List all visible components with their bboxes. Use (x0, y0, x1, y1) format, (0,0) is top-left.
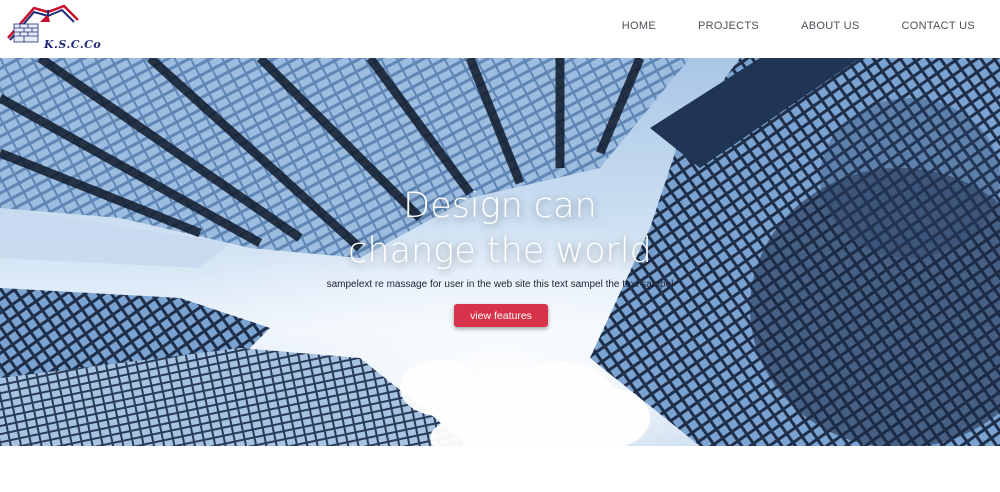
nav-projects[interactable]: PROJECTS (698, 20, 759, 32)
hero-heading-line-1: Design can (403, 186, 597, 226)
main-nav: HOME PROJECTS ABOUT US CONTACT US (580, 20, 975, 32)
logo-text: K.S.C.Co (44, 38, 102, 51)
page-below-hero (0, 446, 1000, 492)
nav-about-us[interactable]: ABOUT US (801, 20, 859, 32)
hero-heading: Design can change the world (0, 184, 1000, 274)
nav-contact-us[interactable]: CONTACT US (902, 20, 976, 32)
company-logo[interactable]: K.S.C.Co (4, 2, 101, 54)
hero-heading-line-2: change the world (348, 231, 652, 271)
view-features-button[interactable]: view features (454, 304, 548, 327)
nav-home[interactable]: HOME (622, 20, 656, 32)
hero-subtitle: sampelext re massage for user in the web… (326, 279, 674, 290)
site-header: K.S.C.Co HOME PROJECTS ABOUT US CONTACT … (0, 0, 1000, 58)
hero-banner: Design can change the world sampelext re… (0, 58, 1000, 446)
